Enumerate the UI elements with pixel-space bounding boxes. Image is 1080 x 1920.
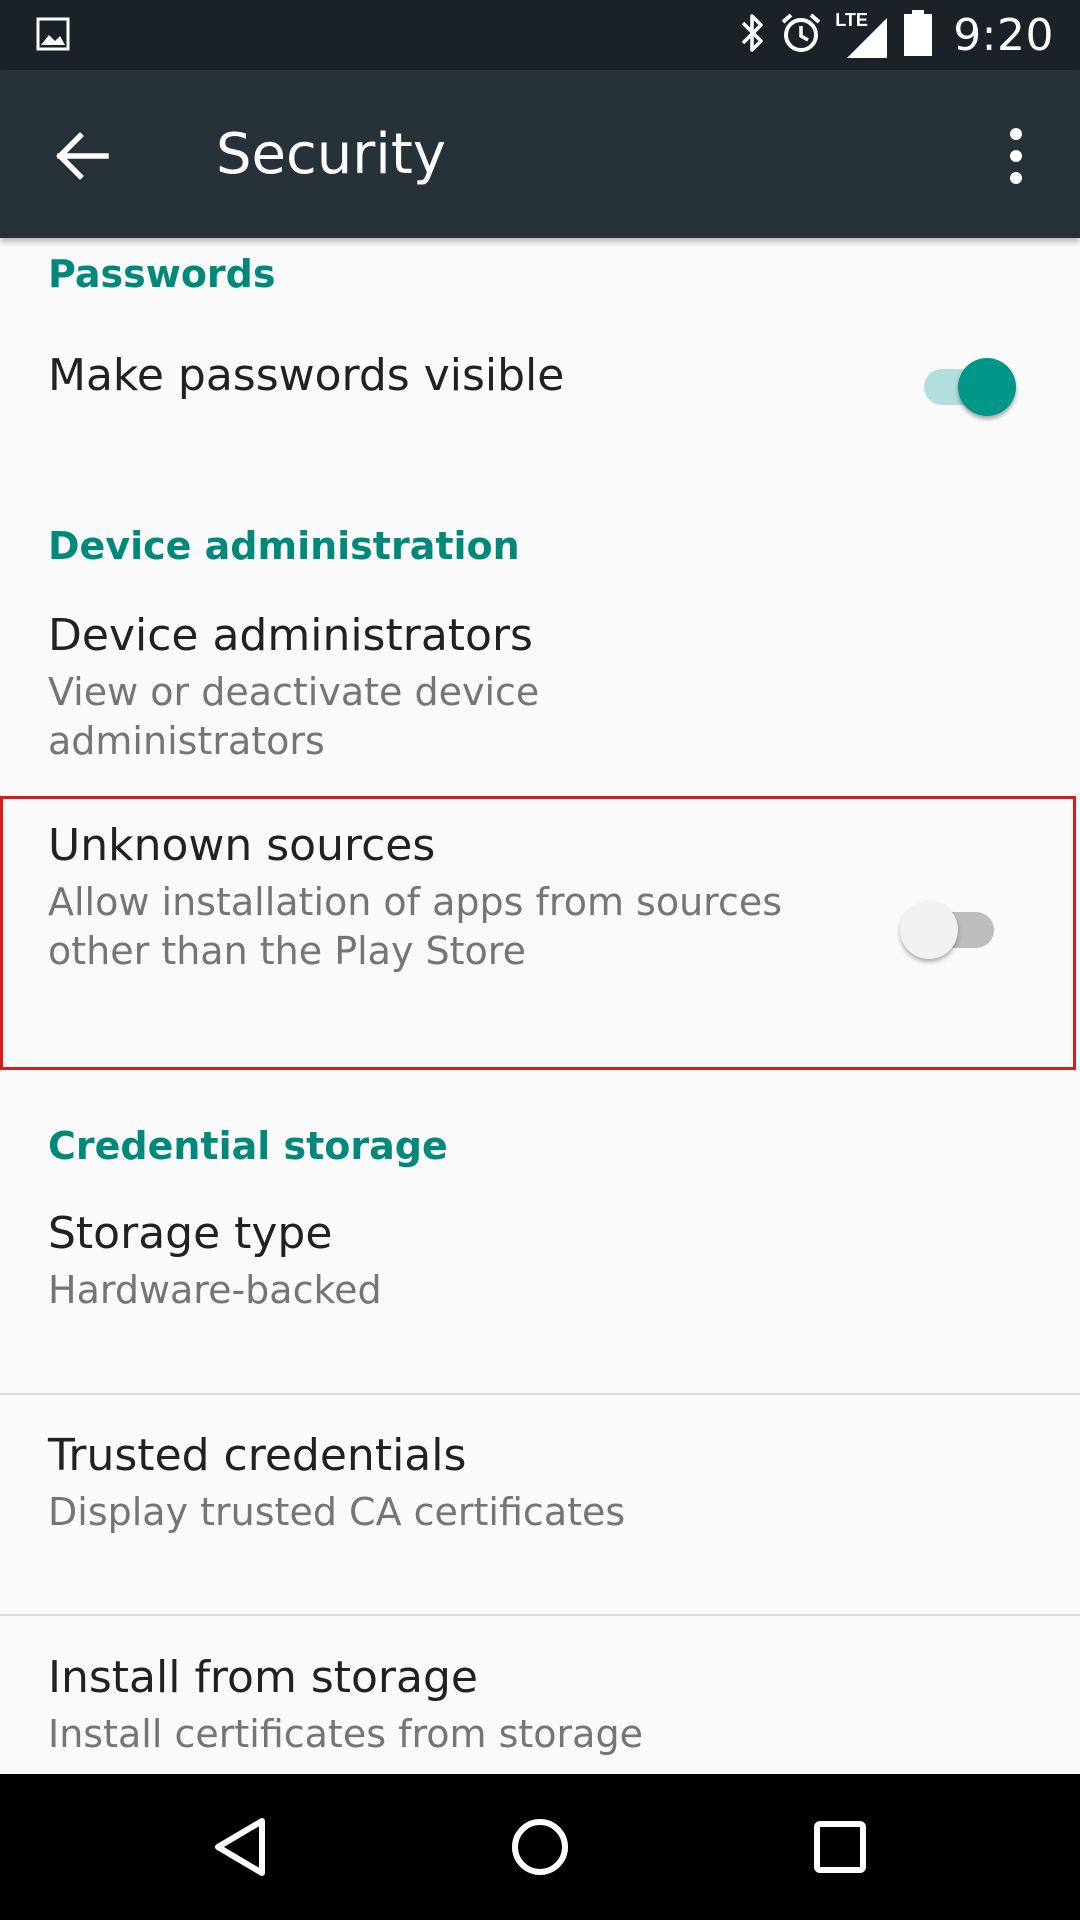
install-from-storage-row[interactable]: Install from storage Install certificate… <box>0 1630 1080 1774</box>
page-title: Security <box>216 122 446 187</box>
nav-back-button[interactable] <box>200 1807 280 1887</box>
storage-type-summary: Hardware-backed <box>48 1268 382 1312</box>
make-passwords-visible-toggle[interactable] <box>922 352 1018 422</box>
install-from-storage-summary: Install certificates from storage <box>48 1712 643 1756</box>
divider <box>0 1393 1080 1395</box>
recents-square-icon <box>814 1821 866 1873</box>
highlight-box <box>0 796 1076 1070</box>
gallery-icon <box>36 17 70 55</box>
section-header-device-administration: Device administration <box>48 524 520 568</box>
device-administrators-title: Device administrators <box>48 610 533 661</box>
trusted-credentials-title: Trusted credentials <box>48 1430 467 1481</box>
trusted-credentials-summary: Display trusted CA certificates <box>48 1490 626 1534</box>
storage-type-row[interactable]: Storage type Hardware-backed <box>0 1188 1080 1338</box>
make-passwords-visible-title: Make passwords visible <box>48 350 565 401</box>
divider <box>0 1614 1080 1616</box>
device-administrators-row[interactable]: Device administrators View or deactivate… <box>0 590 1080 780</box>
clock: 9:20 <box>953 9 1054 61</box>
more-vert-icon <box>1010 128 1022 184</box>
status-bar: LTE 9:20 <box>0 0 1080 70</box>
alarm-icon <box>779 11 823 59</box>
back-button[interactable] <box>46 120 118 192</box>
more-options-button[interactable] <box>980 120 1052 192</box>
navigation-bar <box>0 1774 1080 1920</box>
device-administrators-summary: View or deactivate device administrators <box>48 670 540 763</box>
storage-type-title: Storage type <box>48 1208 333 1259</box>
section-header-credential-storage: Credential storage <box>48 1124 448 1168</box>
back-triangle-icon <box>215 1818 265 1876</box>
lte-signal-icon: LTE <box>835 10 891 60</box>
app-bar: Security <box>0 70 1080 238</box>
section-header-passwords: Passwords <box>48 252 276 296</box>
nav-recents-button[interactable] <box>800 1807 880 1887</box>
arrow-back-icon <box>56 132 109 180</box>
trusted-credentials-row[interactable]: Trusted credentials Display trusted CA c… <box>0 1408 1080 1608</box>
status-icons: LTE 9:20 <box>737 0 1054 70</box>
toggle-thumb <box>958 358 1016 416</box>
home-circle-icon <box>512 1819 568 1875</box>
battery-icon <box>903 9 933 61</box>
make-passwords-visible-row[interactable]: Make passwords visible <box>0 318 1080 468</box>
install-from-storage-title: Install from storage <box>48 1652 478 1703</box>
nav-home-button[interactable] <box>500 1807 580 1887</box>
bluetooth-icon <box>737 11 767 59</box>
